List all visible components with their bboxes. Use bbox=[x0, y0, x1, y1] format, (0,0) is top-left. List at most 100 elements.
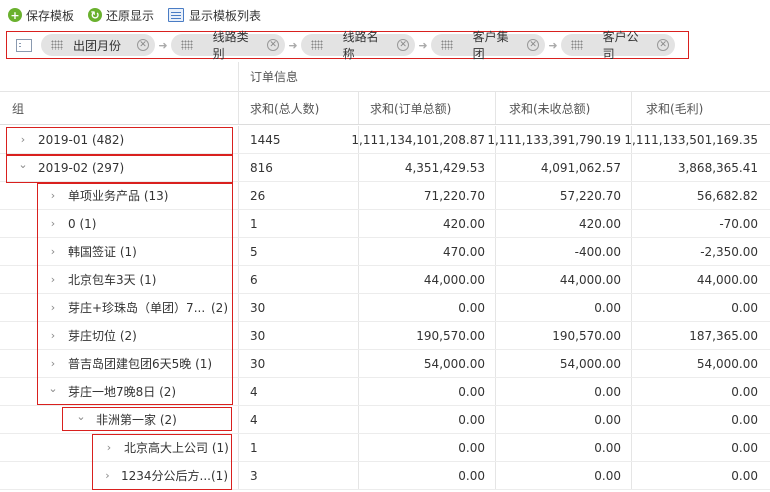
column-group-header: 订单信息 bbox=[0, 62, 770, 92]
header-gross-profit[interactable]: 求和(毛利) bbox=[646, 92, 703, 124]
group-cell: ⌄ 2019-02 (297) bbox=[14, 154, 232, 181]
table-row[interactable]: › 芽庄切位 (2) 30 190,570.00 190,570.00 187,365.0… bbox=[0, 322, 770, 350]
table-row[interactable]: › 普吉岛团建包团6天5晚 (1) 30 54,000.00 54,000.00 54,0… bbox=[0, 350, 770, 378]
group-chip-customer-group[interactable]: 客户集团 ✕ bbox=[431, 30, 545, 61]
group-cell: › 韩国签证 (1) bbox=[44, 238, 232, 265]
arrow-right-icon: ➜ bbox=[418, 38, 428, 52]
total-people-cell: 26 bbox=[250, 188, 266, 203]
group-cell: › 2019-01 (482) bbox=[14, 126, 232, 153]
order-total-cell: 0.00 bbox=[458, 412, 485, 427]
gross-profit-cell: 56,682.82 bbox=[696, 188, 758, 203]
table-row[interactable]: › 2019-01 (482) 1445 1,111,134,101,208.87 1,… bbox=[0, 126, 770, 154]
group-cell: › 0 (1) bbox=[44, 210, 232, 237]
remove-chip-icon[interactable]: ✕ bbox=[527, 39, 540, 51]
arrow-right-icon: ➜ bbox=[288, 38, 298, 52]
arrow-right-icon: ➜ bbox=[548, 38, 558, 52]
group-label: 2019-02 (297) bbox=[38, 160, 125, 175]
group-label: 单项业务产品 (13) bbox=[68, 189, 169, 203]
chevron-right-icon[interactable]: › bbox=[44, 245, 62, 258]
chevron-right-icon[interactable]: › bbox=[100, 441, 118, 454]
group-label: 芽庄+珍珠岛（单团）7... bbox=[68, 301, 206, 315]
group-label: 0 (1) bbox=[68, 216, 97, 231]
gross-profit-cell: -2,350.00 bbox=[700, 244, 758, 259]
unpaid-total-cell: -400.00 bbox=[574, 244, 621, 259]
gross-profit-cell: 0.00 bbox=[731, 412, 758, 427]
chevron-right-icon[interactable]: › bbox=[44, 329, 62, 342]
group-label: 2019-01 (482) bbox=[38, 132, 125, 147]
unpaid-total-cell: 0.00 bbox=[594, 384, 621, 399]
order-total-cell: 0.00 bbox=[458, 384, 485, 399]
remove-chip-icon[interactable]: ✕ bbox=[657, 39, 670, 51]
plus-icon: + bbox=[8, 8, 22, 22]
group-label: 北京高大上公司 (1) bbox=[124, 441, 229, 455]
gross-profit-cell: 54,000.00 bbox=[696, 356, 758, 371]
unpaid-total-cell: 44,000.00 bbox=[559, 272, 621, 287]
total-people-cell: 3 bbox=[250, 468, 258, 483]
chevron-right-icon[interactable]: › bbox=[44, 273, 62, 286]
gross-profit-cell: 3,868,365.41 bbox=[677, 160, 758, 175]
group-panel-icon[interactable] bbox=[16, 38, 32, 52]
chevron-down-icon[interactable]: ⌄ bbox=[44, 382, 62, 395]
table-row[interactable]: › 单项业务产品 (13) 26 71,220.70 57,220.70 56,682.8… bbox=[0, 182, 770, 210]
chevron-right-icon[interactable]: › bbox=[44, 301, 62, 314]
table-row[interactable]: › 北京高大上公司 (1) 1 0.00 0.00 0.00 bbox=[0, 434, 770, 462]
total-people-cell: 30 bbox=[250, 328, 266, 343]
header-unpaid-total[interactable]: 求和(未收总额) bbox=[509, 92, 590, 124]
drag-grip-icon[interactable] bbox=[181, 40, 193, 50]
group-column-header[interactable]: 组 bbox=[12, 92, 24, 124]
group-cell: ⌄ 芽庄一地7晚8日 (2) bbox=[44, 378, 232, 405]
group-chip-route-name[interactable]: 线路名称 ✕ bbox=[301, 30, 415, 61]
gross-profit-cell: 0.00 bbox=[731, 384, 758, 399]
drag-grip-icon[interactable] bbox=[571, 40, 583, 50]
unpaid-total-cell: 420.00 bbox=[579, 216, 621, 231]
order-total-cell: 0.00 bbox=[458, 300, 485, 315]
table-row[interactable]: ⌄ 芽庄一地7晚8日 (2) 4 0.00 0.00 0.00 bbox=[0, 378, 770, 406]
table-row[interactable]: › 芽庄+珍珠岛（单团）7... (2) 30 0.00 0.00 0.00 bbox=[0, 294, 770, 322]
group-chip-tour-month[interactable]: 出团月份 ✕ bbox=[41, 34, 155, 56]
chevron-right-icon[interactable]: › bbox=[44, 357, 62, 370]
group-count: (1) bbox=[211, 468, 228, 483]
drag-grip-icon[interactable] bbox=[311, 40, 323, 50]
gross-profit-cell: 187,365.00 bbox=[689, 328, 758, 343]
group-label: 普吉岛团建包团6天5晚 (1) bbox=[68, 357, 213, 371]
save-template-button[interactable]: + 保存模板 bbox=[8, 7, 74, 24]
table-row[interactable]: › 1234分公后方... (1) 3 0.00 0.00 0.00 bbox=[0, 462, 770, 490]
chevron-down-icon[interactable]: ⌄ bbox=[72, 410, 90, 423]
table-row[interactable]: ⌄ 2019-02 (297) 816 4,351,429.53 4,091,062.5… bbox=[0, 154, 770, 182]
show-template-list-button[interactable]: 显示模板列表 bbox=[168, 7, 261, 24]
table-row[interactable]: › 0 (1) 1 420.00 420.00 -70.00 bbox=[0, 210, 770, 238]
group-chip-customer-company[interactable]: 客户公司 ✕ bbox=[561, 30, 675, 61]
chevron-right-icon[interactable]: › bbox=[14, 133, 32, 146]
remove-chip-icon[interactable]: ✕ bbox=[397, 39, 410, 51]
header-order-total[interactable]: 求和(订单总额) bbox=[370, 92, 451, 124]
total-people-cell: 4 bbox=[250, 384, 258, 399]
group-label: 芽庄一地7晚8日 (2) bbox=[68, 385, 177, 399]
drag-grip-icon[interactable] bbox=[441, 40, 453, 50]
drag-grip-icon[interactable] bbox=[51, 40, 63, 50]
unpaid-total-cell: 190,570.00 bbox=[552, 328, 621, 343]
total-people-cell: 1445 bbox=[250, 132, 281, 147]
header-total-people[interactable]: 求和(总人数) bbox=[250, 92, 319, 124]
restore-icon: ↻ bbox=[88, 8, 103, 22]
group-label: 非洲第一家 (2) bbox=[96, 413, 177, 427]
chevron-right-icon[interactable]: › bbox=[100, 469, 115, 482]
group-chip-route-type[interactable]: 线路类别 ✕ bbox=[171, 30, 285, 61]
chevron-down-icon[interactable]: ⌄ bbox=[14, 158, 32, 171]
order-total-cell: 470.00 bbox=[443, 244, 485, 259]
remove-chip-icon[interactable]: ✕ bbox=[137, 39, 149, 51]
group-cell: › 芽庄切位 (2) bbox=[44, 322, 232, 349]
total-people-cell: 5 bbox=[250, 244, 258, 259]
unpaid-total-cell: 1,111,133,391,790.19 bbox=[487, 132, 621, 147]
restore-display-button[interactable]: ↻ 还原显示 bbox=[88, 7, 154, 24]
chevron-right-icon[interactable]: › bbox=[44, 189, 62, 202]
table-row[interactable]: ⌄ 非洲第一家 (2) 4 0.00 0.00 0.00 bbox=[0, 406, 770, 434]
unpaid-total-cell: 0.00 bbox=[594, 412, 621, 427]
order-total-cell: 420.00 bbox=[443, 216, 485, 231]
table-row[interactable]: › 韩国签证 (1) 5 470.00 -400.00 -2,350.00 bbox=[0, 238, 770, 266]
total-people-cell: 4 bbox=[250, 412, 258, 427]
chevron-right-icon[interactable]: › bbox=[44, 217, 62, 230]
table-row[interactable]: › 北京包车3天 (1) 6 44,000.00 44,000.00 44,000.00 bbox=[0, 266, 770, 294]
total-people-cell: 30 bbox=[250, 300, 266, 315]
group-cell: › 北京包车3天 (1) bbox=[44, 266, 232, 293]
remove-chip-icon[interactable]: ✕ bbox=[267, 39, 280, 51]
